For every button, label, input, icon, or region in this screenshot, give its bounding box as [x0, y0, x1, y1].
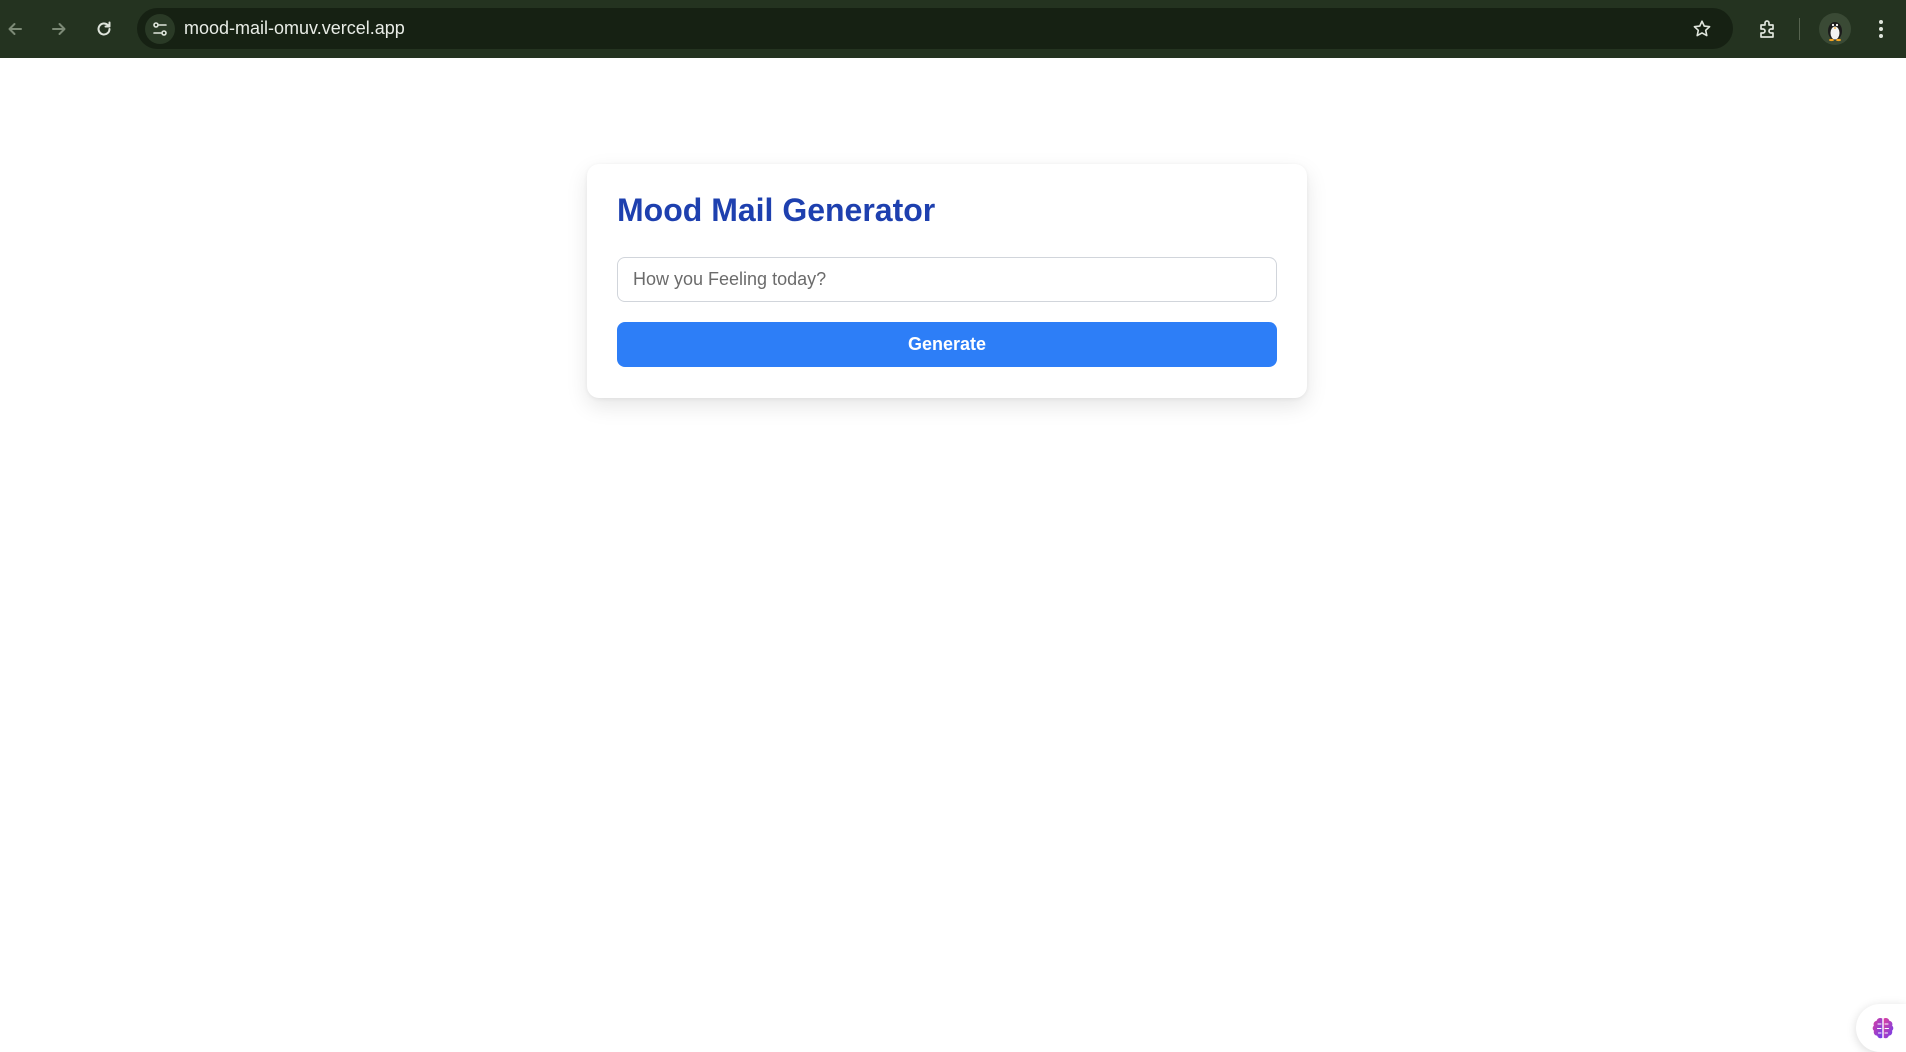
page-title: Mood Mail Generator — [617, 192, 936, 228]
url-text[interactable]: mood-mail-omuv.vercel.app — [184, 8, 405, 49]
address-bar[interactable]: mood-mail-omuv.vercel.app — [137, 8, 1733, 49]
reload-icon — [97, 21, 111, 36]
forward-button[interactable] — [44, 14, 74, 44]
extensions-button[interactable] — [1752, 13, 1784, 45]
profile-avatar[interactable] — [1819, 13, 1851, 45]
back-button[interactable] — [0, 14, 30, 44]
star-icon — [1693, 20, 1711, 37]
bookmark-button[interactable] — [1687, 14, 1717, 44]
generator-card: Mood Mail Generator Generate — [587, 164, 1307, 398]
kebab-menu-icon — [1879, 20, 1883, 38]
reload-button[interactable] — [89, 14, 119, 44]
browser-menu-button[interactable] — [1866, 13, 1896, 45]
arrow-right-icon — [52, 23, 66, 35]
penguin-avatar-icon — [1828, 22, 1842, 42]
arrow-left-icon — [8, 23, 22, 35]
toolbar-divider — [1799, 18, 1800, 40]
assistant-widget-button[interactable] — [1856, 1004, 1906, 1052]
mood-input[interactable] — [617, 257, 1277, 302]
puzzle-icon — [1760, 20, 1774, 38]
browser-toolbar: mood-mail-omuv.vercel.app — [0, 0, 1906, 58]
site-info-button[interactable] — [145, 14, 175, 44]
tune-icon — [153, 22, 167, 36]
generate-button[interactable]: Generate — [617, 322, 1277, 367]
brain-icon — [1872, 1017, 1894, 1039]
page-content: Mood Mail Generator Generate — [0, 58, 1906, 1052]
